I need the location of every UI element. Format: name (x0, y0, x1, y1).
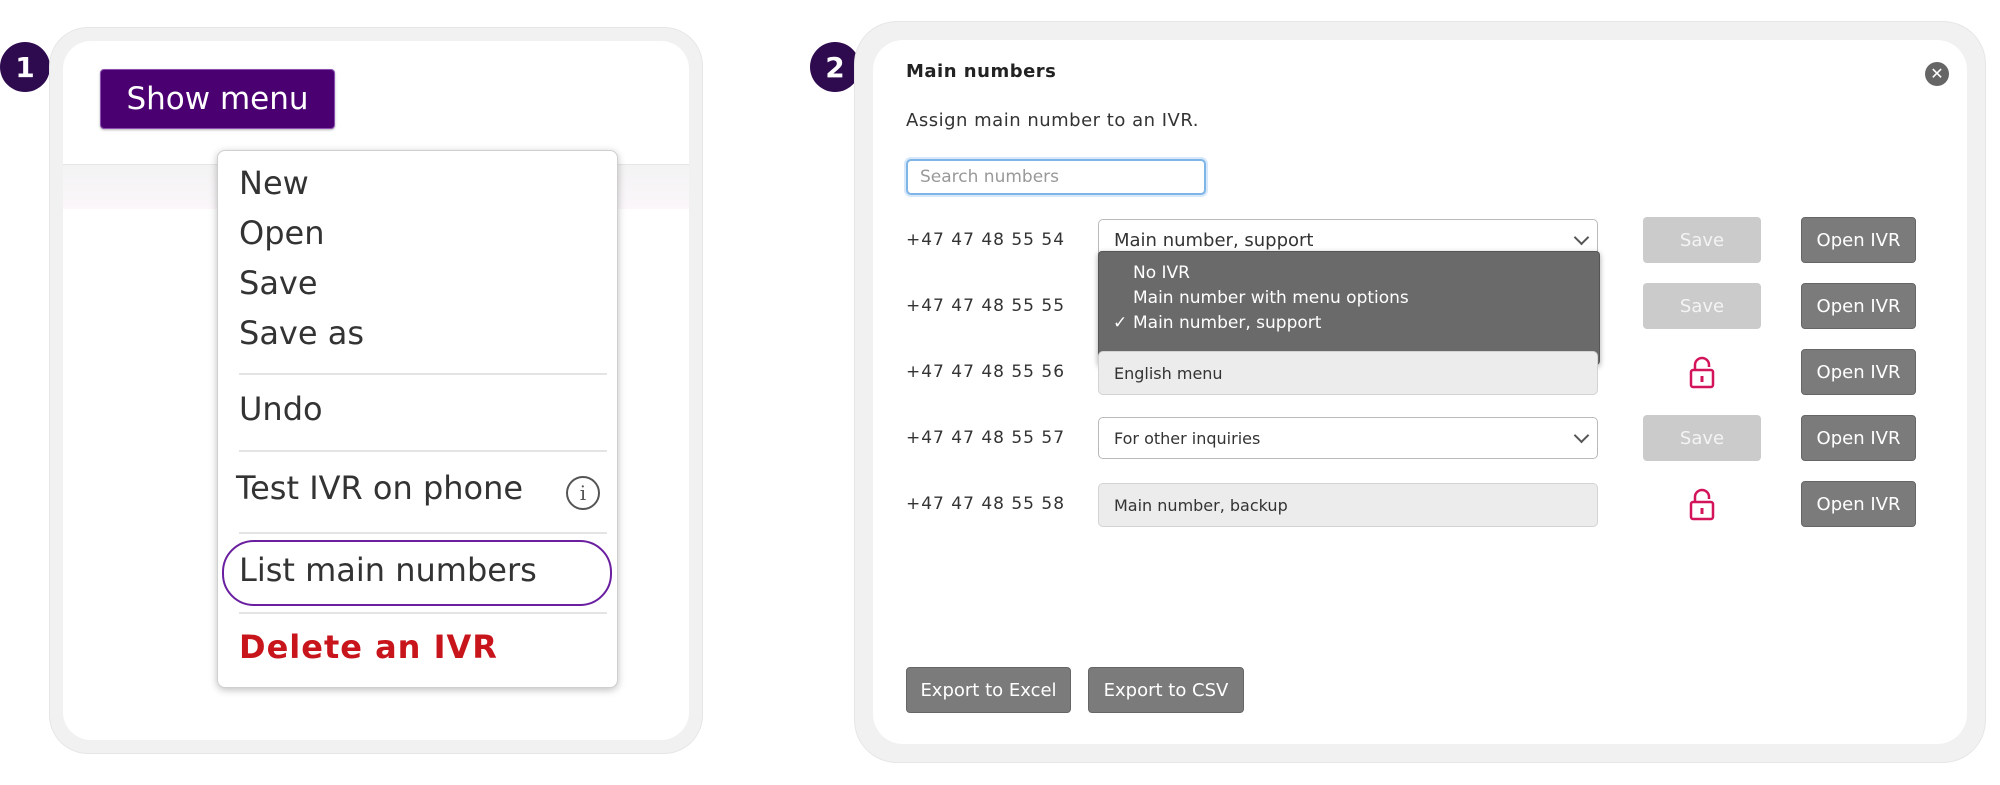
info-icon[interactable]: i (566, 476, 600, 510)
row-number: +47 47 48 55 58 (906, 494, 1066, 514)
main-numbers-dialog: Main numbers ✕ Assign main number to an … (873, 40, 1967, 744)
menu-item-delete-ivr[interactable]: Delete an IVR (239, 628, 498, 666)
chevron-down-icon (1573, 229, 1590, 246)
context-menu: New Open Save Save as Undo Test IVR on p… (217, 150, 618, 688)
export-csv-button[interactable]: Export to CSV (1088, 667, 1244, 713)
show-menu-button[interactable]: Show menu (100, 69, 335, 129)
open-ivr-button[interactable]: Open IVR (1801, 481, 1916, 527)
row-number: +47 47 48 55 57 (906, 428, 1066, 448)
open-ivr-button[interactable]: Open IVR (1801, 415, 1916, 461)
row-number: +47 47 48 55 56 (906, 362, 1066, 382)
lock-icon (1689, 356, 1715, 389)
dropdown-option[interactable]: No IVR (1133, 263, 1190, 283)
menu-separator (239, 532, 607, 534)
open-ivr-button[interactable]: Open IVR (1801, 349, 1916, 395)
menu-item-list-main-numbers[interactable]: List main numbers (239, 551, 537, 589)
panel-main-numbers: Main numbers ✕ Assign main number to an … (855, 22, 1985, 762)
row-number: +47 47 48 55 55 (906, 296, 1066, 316)
ivr-select[interactable]: For other inquiries (1098, 417, 1598, 459)
menu-item-open[interactable]: Open (239, 214, 324, 252)
lock-icon (1689, 488, 1715, 521)
step-1-badge: 1 (0, 42, 50, 92)
search-input[interactable] (906, 159, 1206, 195)
dialog-subtitle: Assign main number to an IVR. (906, 110, 1199, 131)
panel-show-menu-content: Show menu New Open Save Save as Undo Tes… (63, 41, 689, 740)
row-number: +47 47 48 55 54 (906, 230, 1066, 250)
step-2-badge: 2 (810, 42, 860, 92)
chevron-down-icon (1573, 427, 1590, 444)
menu-separator (239, 450, 607, 452)
menu-separator (239, 612, 607, 614)
ivr-readonly-field: English menu (1098, 351, 1598, 395)
dialog-title: Main numbers (906, 61, 1057, 82)
ivr-readonly-field: Main number, backup (1098, 483, 1598, 527)
open-ivr-button[interactable]: Open IVR (1801, 217, 1916, 263)
close-icon[interactable]: ✕ (1925, 62, 1949, 86)
ivr-dropdown-list: No IVR Main number with menu options ✓ M… (1098, 251, 1600, 365)
save-button[interactable]: Save (1643, 283, 1761, 329)
ivr-select-value: For other inquiries (1114, 428, 1261, 448)
export-excel-button[interactable]: Export to Excel (906, 667, 1071, 713)
checkmark-icon: ✓ (1113, 313, 1128, 333)
dropdown-option[interactable]: Main number with menu options (1133, 288, 1409, 308)
menu-separator (239, 373, 607, 375)
save-button[interactable]: Save (1643, 415, 1761, 461)
menu-item-save[interactable]: Save (239, 264, 318, 302)
menu-item-new[interactable]: New (239, 164, 309, 202)
dropdown-option-selected[interactable]: Main number, support (1133, 313, 1321, 333)
menu-item-save-as[interactable]: Save as (239, 314, 364, 352)
ivr-select-value: Main number, support (1114, 229, 1314, 251)
menu-item-undo[interactable]: Undo (239, 390, 323, 428)
panel-show-menu: Show menu New Open Save Save as Undo Tes… (50, 28, 702, 753)
menu-item-test-ivr[interactable]: Test IVR on phone (236, 469, 523, 507)
save-button[interactable]: Save (1643, 217, 1761, 263)
open-ivr-button[interactable]: Open IVR (1801, 283, 1916, 329)
